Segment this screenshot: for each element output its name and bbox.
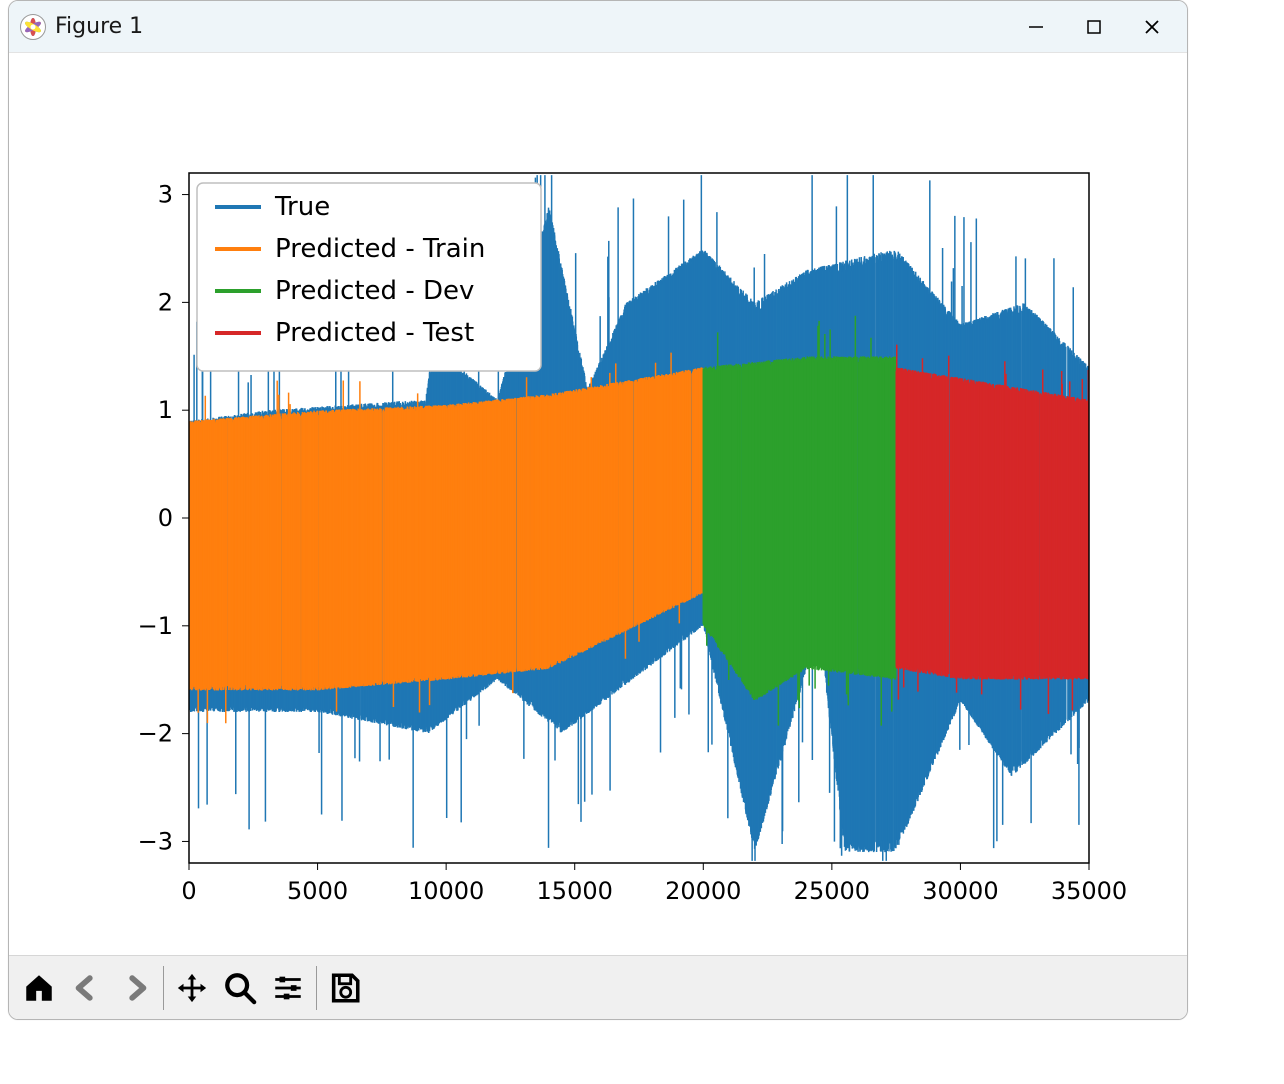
configure-button[interactable] <box>264 964 312 1012</box>
close-button[interactable] <box>1123 5 1181 49</box>
figure-canvas-area: 05000100001500020000250003000035000 −3−2… <box>9 53 1187 955</box>
home-button[interactable] <box>15 964 63 1012</box>
toolbar-separator <box>316 966 317 1010</box>
titlebar: Figure 1 <box>9 1 1187 53</box>
legend-entry: True <box>274 192 330 222</box>
figure-window: Figure 1 0500010000150 <box>8 0 1188 1020</box>
legend-entry: Predicted - Test <box>275 318 474 348</box>
save-button[interactable] <box>321 964 369 1012</box>
toolbar-separator <box>163 966 164 1010</box>
forward-button[interactable] <box>111 964 159 1012</box>
window-title: Figure 1 <box>55 14 1007 39</box>
maximize-button[interactable] <box>1065 5 1123 49</box>
back-button[interactable] <box>63 964 111 1012</box>
plot[interactable]: 05000100001500020000250003000035000 −3−2… <box>29 73 1169 957</box>
matplotlib-toolbar <box>9 955 1187 1019</box>
legend-entry: Predicted - Dev <box>275 276 474 306</box>
minimize-button[interactable] <box>1007 5 1065 49</box>
legend-entry: Predicted - Train <box>275 234 485 264</box>
app-icon <box>19 13 47 41</box>
pan-button[interactable] <box>168 964 216 1012</box>
zoom-button[interactable] <box>216 964 264 1012</box>
window-controls <box>1007 5 1181 49</box>
chart-legend: True Predicted - Train Predicted - Dev Pred… <box>197 183 541 371</box>
